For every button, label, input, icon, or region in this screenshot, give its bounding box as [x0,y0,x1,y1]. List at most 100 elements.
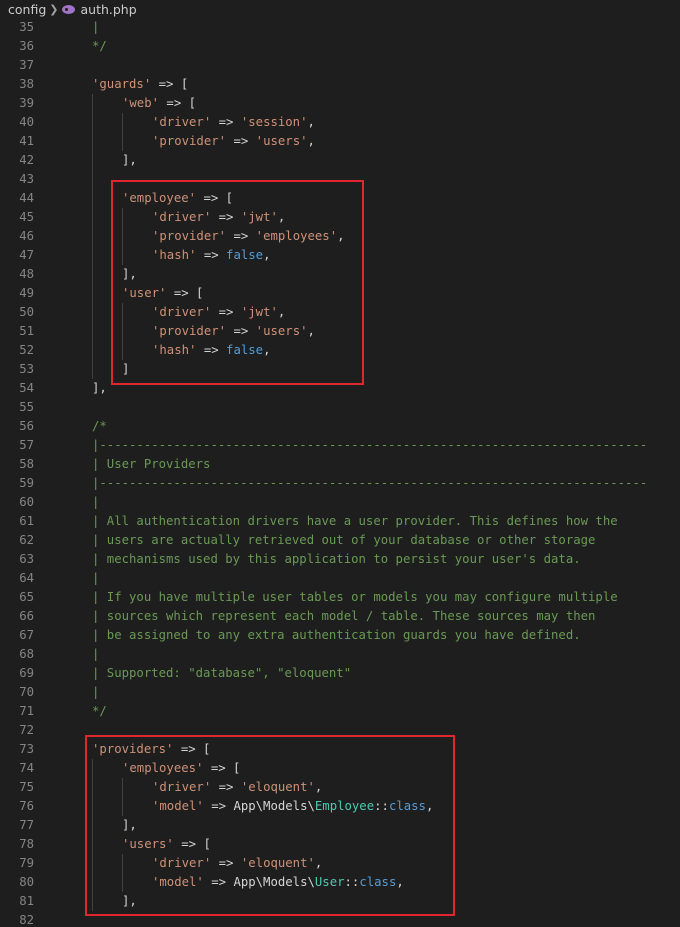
code-line[interactable]: 51 'provider' => 'users', [0,322,680,341]
code-line[interactable]: 76 'model' => App\Models\Employee::class, [0,797,680,816]
code-content: ], [122,892,137,911]
code-line[interactable]: 48], [0,265,680,284]
code-line[interactable]: 56 /* [0,417,680,436]
line-number: 60 [19,495,34,509]
indent-guide [92,835,93,854]
code-line[interactable]: 41 'provider' => 'users', [0,132,680,151]
code-content: ], [92,379,107,398]
code-line[interactable]: 73 'providers' => [ [0,740,680,759]
code-line[interactable]: 50 'driver' => 'jwt', [0,303,680,322]
code-token: :: [344,875,360,889]
indent-guide [92,265,93,284]
line-number: 79 [19,856,34,870]
indent-guide [92,759,93,778]
code-line[interactable]: 67 | be assigned to any extra authenticat… [0,626,680,645]
code-line[interactable]: 46 'provider' => 'employees', [0,227,680,246]
code-line[interactable]: 61 | All authentication drivers have a us… [0,512,680,531]
code-token: => App\Models\ [203,799,315,813]
line-number: 39 [19,96,34,110]
line-number: 46 [19,229,34,243]
breadcrumb-folder[interactable]: config [8,2,46,17]
code-line[interactable]: 77], [0,816,680,835]
code-line[interactable]: 38 'guards' => [ [0,75,680,94]
line-number: 64 [19,571,34,585]
code-line[interactable]: 43 [0,170,680,189]
code-line[interactable]: 47 'hash' => false, [0,246,680,265]
breadcrumb-file[interactable]: auth.php [80,2,136,17]
code-line[interactable]: 42], [0,151,680,170]
code-line[interactable]: 82 [0,911,680,927]
code-line[interactable]: 71 */ [0,702,680,721]
code-token: => App\Models\ [203,875,315,889]
code-line[interactable]: 45 'driver' => 'jwt', [0,208,680,227]
code-line[interactable]: 40 'driver' => 'session', [0,113,680,132]
code-line[interactable]: 66 | sources which represent each model /… [0,607,680,626]
code-line[interactable]: 74 'employees' => [ [0,759,680,778]
code-token: => [226,229,256,243]
indent-guide [122,113,123,132]
code-token: 'user' [122,286,167,300]
code-line[interactable]: 80 'model' => App\Models\User::class, [0,873,680,892]
line-number: 59 [19,476,34,490]
indent-guide [92,303,93,322]
code-token: */ [92,704,107,718]
code-line[interactable]: 68 | [0,645,680,664]
code-token: false [226,343,264,357]
php-file-icon [62,5,76,14]
code-line[interactable]: 57 |-------------------------------------… [0,436,680,455]
code-editor[interactable]: 35 | 36 */ 37 38 'guards' => [ 39 'web' => [ 40 'd… [0,19,680,927]
code-line[interactable]: 81], [0,892,680,911]
line-number: 53 [19,362,34,376]
code-line[interactable]: 52 'hash' => false, [0,341,680,360]
code-token: class [359,875,397,889]
code-line[interactable]: 62 | users are actually retrieved out of … [0,531,680,550]
code-line[interactable]: 37 [0,56,680,75]
code-line[interactable]: 64 | [0,569,680,588]
code-line[interactable]: 49 'user' => [ [0,284,680,303]
code-content: ], [122,151,137,170]
line-number: 49 [19,286,34,300]
code-line[interactable]: 78 'users' => [ [0,835,680,854]
code-token: ], [122,153,137,167]
code-line[interactable]: 53] [0,360,680,379]
code-content: 'driver' => 'eloquent', [152,778,322,797]
code-line[interactable]: 63 | mechanisms used by this application … [0,550,680,569]
indent-guide [92,151,93,170]
code-token: 'provider' [152,229,227,243]
code-token: 'eloquent' [240,856,315,870]
code-token: | [92,647,100,661]
code-token: ], [122,267,137,281]
code-content: | All authentication drivers have a user… [92,512,618,531]
code-token: ], [122,894,137,908]
code-line[interactable]: 75 'driver' => 'eloquent', [0,778,680,797]
code-line[interactable]: 54], [0,379,680,398]
line-number: 74 [19,761,34,775]
code-token: => [ [196,191,234,205]
code-line[interactable]: 55 [0,398,680,417]
code-line[interactable]: 36 */ [0,37,680,56]
breadcrumb: config ❯ auth.php [0,0,680,19]
code-line[interactable]: 60 | [0,493,680,512]
code-token: => [211,305,241,319]
indent-guide [92,94,93,113]
code-token: 'hash' [152,343,197,357]
code-line[interactable]: 44 'employee' => [ [0,189,680,208]
code-line[interactable]: 69 | Supported: "database", "eloquent" [0,664,680,683]
code-line[interactable]: 70 | [0,683,680,702]
code-content: | sources which represent each model / t… [92,607,595,626]
indent-guide [92,854,93,873]
code-line[interactable]: 59 |-------------------------------------… [0,474,680,493]
indent-guide [92,227,93,246]
code-line[interactable]: 65 | If you have multiple user tables or … [0,588,680,607]
code-line[interactable]: 39 'web' => [ [0,94,680,113]
code-token: | users are actually retrieved out of yo… [92,533,596,547]
code-line[interactable]: 79 'driver' => 'eloquent', [0,854,680,873]
code-line[interactable]: 35 | [0,19,680,37]
indent-guide [92,170,93,189]
code-line[interactable]: 58 | User Providers [0,455,680,474]
code-token: , [314,780,323,794]
code-token: 'web' [122,96,160,110]
line-number: 73 [19,742,34,756]
code-content: | [92,19,99,37]
code-line[interactable]: 72 [0,721,680,740]
